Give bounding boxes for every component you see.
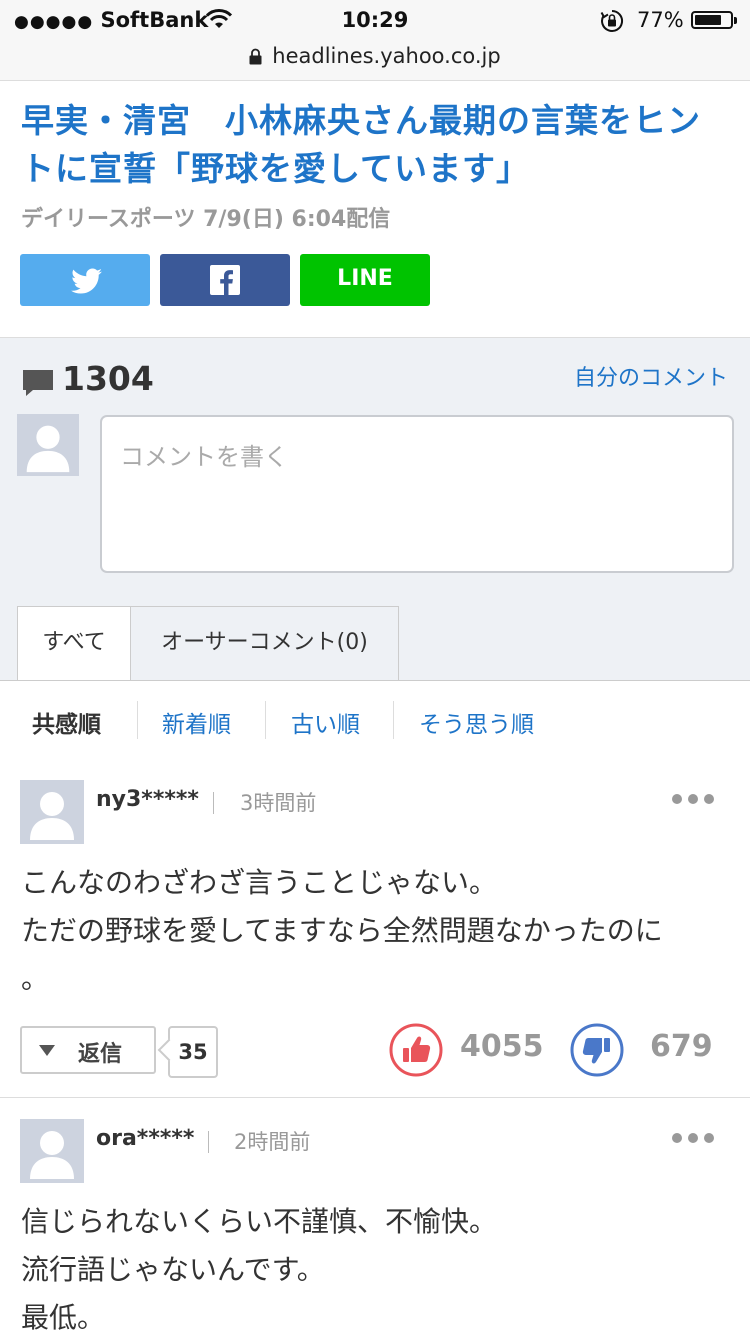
comment-username[interactable]: ora*****: [96, 1126, 194, 1151]
sort-bar: 共感順 新着順 古い順 そう思う順: [0, 680, 750, 760]
sort-divider: [137, 701, 138, 739]
article-header: 早実・清宮 小林麻央さん最期の言葉をヒントに宣誓「野球を愛しています」 デイリー…: [0, 81, 750, 338]
rotation-lock-icon: [600, 9, 624, 32]
sort-empathy[interactable]: 共感順: [32, 705, 101, 739]
default-user-icon: [26, 425, 70, 473]
status-bar: ●●●●● SoftBank 10:29 77%: [0, 0, 750, 40]
like-count: 4055: [460, 1029, 544, 1064]
default-user-icon: [30, 792, 74, 840]
comment-bubble-icon: [23, 370, 53, 396]
sort-agree[interactable]: そう思う順: [419, 705, 534, 739]
expand-triangle-icon: [39, 1045, 55, 1056]
sort-divider: [393, 701, 394, 739]
twitter-icon: [71, 268, 102, 294]
comments-panel: 1304 自分のコメント コメントを書く すべて オーサーコメント(0): [0, 338, 750, 680]
comment-line: ただの野球を愛してますなら全然問題なかったのに: [21, 914, 663, 947]
url-bar[interactable]: headlines.yahoo.co.jp: [0, 40, 750, 81]
comment-input-placeholder: コメントを書く: [120, 443, 288, 471]
more-options-icon[interactable]: [672, 1130, 714, 1144]
facebook-share-button[interactable]: [160, 254, 290, 306]
line-share-button[interactable]: LINE: [300, 254, 430, 306]
current-user-avatar: [17, 414, 79, 476]
reply-button[interactable]: 返信: [20, 1026, 156, 1074]
avatar[interactable]: [20, 780, 84, 844]
reply-label: 返信: [78, 1042, 123, 1067]
url-text: headlines.yahoo.co.jp: [272, 44, 501, 68]
comment-count: 1304: [62, 359, 154, 398]
thumbs-up-icon[interactable]: [388, 1022, 444, 1078]
battery-percent: 77%: [637, 8, 684, 32]
default-user-icon: [30, 1131, 74, 1179]
comment-line: 最低。: [21, 1301, 106, 1334]
sort-oldest[interactable]: 古い順: [291, 705, 360, 739]
line-share-label: LINE: [337, 266, 393, 291]
comment-body: 信じられないくらい不謹慎、不愉快。 流行語じゃないんです。 最低。: [21, 1198, 736, 1342]
reply-count: 35: [157, 1026, 218, 1078]
comment-username[interactable]: ny3*****: [96, 787, 199, 812]
comment-item: ora***** 2時間前 信じられないくらい不謹慎、不愉快。 流行語じゃないん…: [0, 1098, 750, 1334]
comment-line: 。: [21, 962, 50, 995]
comment-line: 流行語じゃないんです。: [21, 1253, 325, 1286]
battery-fill: [695, 15, 722, 25]
comment-body: こんなのわざわざ言うことじゃない。 ただの野球を愛してますなら全然問題なかったの…: [21, 859, 736, 1003]
tab-all[interactable]: すべて: [17, 606, 131, 680]
meta-divider: [213, 792, 214, 814]
sort-divider: [265, 701, 266, 739]
more-options-icon[interactable]: [672, 791, 714, 805]
avatar[interactable]: [20, 1119, 84, 1183]
facebook-icon: [210, 265, 240, 295]
sort-newest[interactable]: 新着順: [162, 705, 231, 739]
thumbs-down-icon[interactable]: [569, 1022, 625, 1078]
battery-tip: [734, 17, 737, 24]
lock-icon: [249, 48, 262, 65]
comment-time: 2時間前: [234, 1130, 311, 1154]
my-comments-link[interactable]: 自分のコメント: [574, 360, 728, 392]
dislike-count: 679: [650, 1029, 713, 1064]
comment-line: 信じられないくらい不謹慎、不愉快。: [21, 1205, 498, 1238]
article-title[interactable]: 早実・清宮 小林麻央さん最期の言葉をヒントに宣誓「野球を愛しています」: [21, 97, 731, 193]
comment-line: こんなのわざわざ言うことじゃない。: [21, 866, 498, 899]
battery-icon: [691, 11, 737, 29]
meta-divider: [208, 1131, 209, 1153]
tab-author-comments[interactable]: オーサーコメント(0): [131, 606, 399, 680]
comment-input[interactable]: コメントを書く: [100, 415, 734, 573]
comment-item: ny3***** 3時間前 こんなのわざわざ言うことじゃない。 ただの野球を愛し…: [0, 759, 750, 1098]
twitter-share-button[interactable]: [20, 254, 150, 306]
reply-count-value: 35: [178, 1040, 208, 1064]
comment-time: 3時間前: [240, 791, 317, 815]
url-display[interactable]: headlines.yahoo.co.jp: [0, 44, 750, 68]
article-meta: デイリースポーツ 7/9(日) 6:04配信: [21, 207, 391, 232]
